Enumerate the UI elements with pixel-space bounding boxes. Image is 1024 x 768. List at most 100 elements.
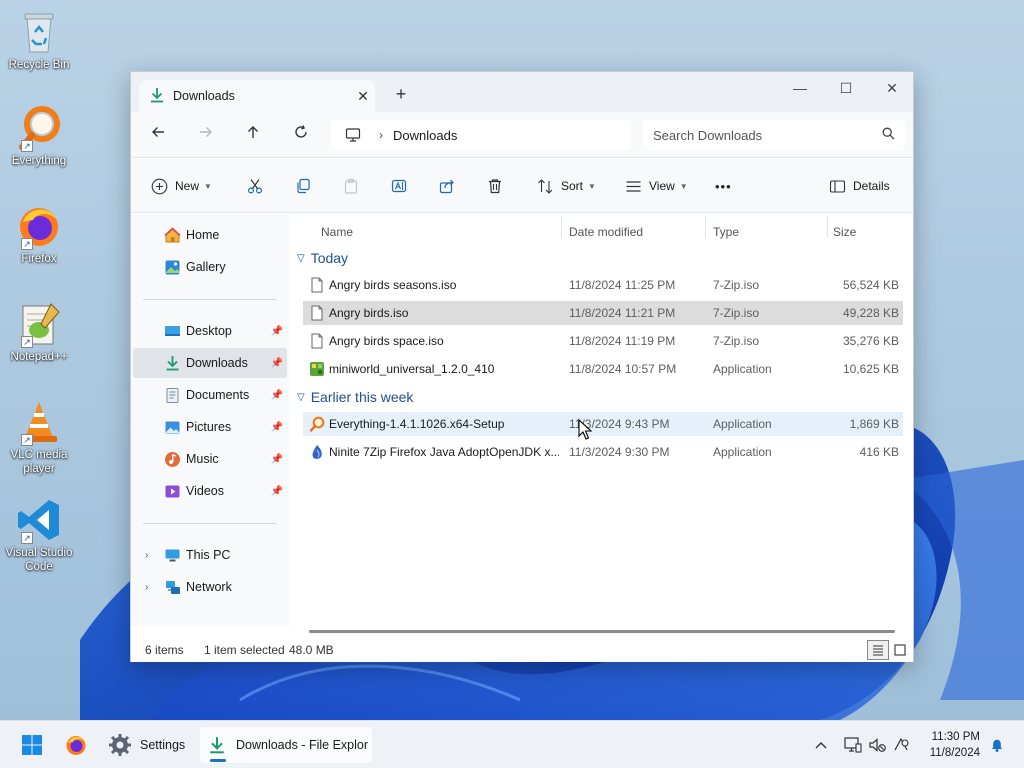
status-bar: 6 items 1 item selected 48.0 MB: [131, 638, 913, 662]
file-date: 11/8/2024 11:21 PM: [569, 306, 676, 320]
pin-icon[interactable]: 📌: [271, 486, 283, 497]
nav-item-network[interactable]: › Network: [133, 572, 287, 602]
file-row[interactable]: Angry birds seasons.iso 11/8/2024 11:25 …: [303, 273, 903, 297]
breadcrumb-current[interactable]: Downloads: [393, 128, 457, 143]
new-button[interactable]: New ▼: [151, 173, 212, 199]
command-bar: New ▼ Sort ▼ View ▼ ••• Details: [131, 159, 913, 213]
this-pc-icon: [163, 546, 181, 564]
nav-item-desktop[interactable]: Desktop 📌: [133, 316, 287, 346]
trash-icon: [489, 179, 501, 194]
start-button[interactable]: [14, 727, 50, 763]
nav-item-music[interactable]: Music 📌: [133, 444, 287, 474]
iso-file-icon: [309, 305, 325, 321]
column-divider[interactable]: [827, 216, 828, 238]
rename-button[interactable]: [391, 173, 407, 199]
copy-button[interactable]: [295, 173, 311, 199]
volume-muted-icon[interactable]: [866, 735, 888, 755]
nav-item-home[interactable]: Home: [133, 220, 287, 250]
nav-item-documents[interactable]: Documents 📌: [133, 380, 287, 410]
delete-button[interactable]: [487, 173, 503, 199]
taskbar-firefox[interactable]: [58, 727, 94, 763]
notification-bell-icon[interactable]: [986, 735, 1008, 755]
pin-icon[interactable]: 📌: [271, 358, 283, 369]
file-row[interactable]: Angry birds space.iso 11/8/2024 11:19 PM…: [303, 329, 903, 353]
column-header-type[interactable]: Type: [713, 220, 739, 244]
search-input[interactable]: Search Downloads: [643, 120, 905, 150]
desktop-icon-recycle-bin[interactable]: Recycle Bin: [4, 8, 74, 72]
miniworld-app-icon: [309, 361, 325, 377]
sort-button[interactable]: Sort ▼: [537, 173, 596, 199]
file-type: Application: [713, 362, 772, 376]
nav-item-gallery[interactable]: Gallery: [133, 252, 287, 282]
cut-button[interactable]: [247, 173, 263, 199]
up-arrow-icon[interactable]: [238, 122, 268, 148]
downloads-folder-icon: [163, 354, 181, 372]
file-row[interactable]: Angry birds.iso 11/8/2024 11:21 PM 7-Zip…: [303, 301, 903, 325]
group-header-earlier-this-week[interactable]: ▽ Earlier this week: [297, 387, 413, 407]
system-clock[interactable]: 11:30 PM 11/8/2024: [930, 729, 980, 761]
taskbar-file-explorer[interactable]: Downloads - File Explor: [200, 727, 372, 763]
paste-button[interactable]: [343, 173, 359, 199]
file-row[interactable]: Ninite 7Zip Firefox Java AdoptOpenJDK x.…: [303, 440, 903, 464]
column-header-date[interactable]: Date modified: [569, 220, 643, 244]
desktop-icon-label: Firefox: [21, 253, 57, 265]
desktop-icon-vlc[interactable]: ↗ VLC media player: [4, 398, 74, 476]
file-row[interactable]: miniworld_universal_1.2.0_410 11/8/2024 …: [303, 357, 903, 381]
share-button[interactable]: [439, 173, 455, 199]
horizontal-scrollbar[interactable]: [309, 630, 895, 633]
desktop-icon-firefox[interactable]: ↗ Firefox: [4, 202, 74, 266]
refresh-icon[interactable]: [286, 122, 316, 148]
chevron-up-icon[interactable]: [810, 735, 832, 755]
display-monitor-icon[interactable]: [842, 735, 864, 755]
details-pane-button[interactable]: Details: [829, 173, 890, 199]
column-header-size[interactable]: Size: [833, 220, 856, 244]
forward-arrow-icon[interactable]: [191, 122, 221, 148]
file-type: 7-Zip.iso: [713, 306, 760, 320]
search-icon[interactable]: [882, 127, 895, 143]
file-date: 11/8/2024 10:57 PM: [569, 362, 677, 376]
view-button[interactable]: View ▼: [625, 173, 688, 199]
new-tab-button[interactable]: +: [389, 84, 413, 105]
back-arrow-icon[interactable]: [143, 122, 173, 148]
column-divider[interactable]: [705, 216, 706, 238]
tab-close-icon[interactable]: ✕: [351, 88, 375, 105]
pin-icon[interactable]: 📌: [271, 422, 283, 433]
pin-icon[interactable]: 📌: [271, 326, 283, 337]
desktop-icon-notepad-plus-plus[interactable]: ↗ Notepad++: [4, 300, 74, 364]
chevron-right-icon[interactable]: ›: [145, 582, 148, 593]
column-divider[interactable]: [561, 216, 562, 238]
nav-item-this-pc[interactable]: › This PC: [133, 540, 287, 570]
column-header-name[interactable]: Name: [321, 220, 353, 244]
download-icon: [210, 737, 224, 754]
pin-icon[interactable]: 📌: [271, 390, 283, 401]
navigation-pane: Home Gallery Desktop 📌 Downloads 📌 Docum…: [131, 214, 289, 626]
pin-icon[interactable]: 📌: [271, 454, 283, 465]
taskbar: Settings Downloads - File Explor 11:30 P…: [0, 720, 1024, 768]
close-window-button[interactable]: ✕: [869, 74, 915, 102]
tab-downloads[interactable]: Downloads ✕: [139, 80, 375, 112]
file-type: 7-Zip.iso: [713, 278, 760, 292]
chevron-right-icon[interactable]: ›: [145, 550, 148, 561]
file-list: Name Date modified Type Size ▽ Today Ang…: [291, 214, 913, 633]
home-icon: [163, 226, 181, 244]
nav-item-pictures[interactable]: Pictures 📌: [133, 412, 287, 442]
network-status-icon[interactable]: [890, 735, 912, 755]
more-options-button[interactable]: •••: [715, 173, 732, 199]
desktop-icon-vscode[interactable]: ↗ Visual Studio Code: [4, 496, 74, 574]
minimize-button[interactable]: —: [777, 74, 823, 102]
breadcrumb-separator[interactable]: ›: [379, 128, 383, 142]
nav-item-downloads[interactable]: Downloads 📌: [133, 348, 287, 378]
address-field[interactable]: › Downloads: [331, 120, 631, 150]
this-pc-icon[interactable]: [345, 127, 361, 143]
rename-icon: [391, 179, 407, 193]
taskbar-settings[interactable]: Settings: [102, 727, 194, 763]
clock-date: 11/8/2024: [929, 747, 980, 759]
shortcut-arrow-icon: ↗: [21, 140, 33, 152]
details-view-toggle[interactable]: [867, 640, 889, 660]
desktop-icon-everything[interactable]: ↗ Everything: [4, 104, 74, 168]
nav-item-videos[interactable]: Videos 📌: [133, 476, 287, 506]
group-header-today[interactable]: ▽ Today: [297, 248, 348, 268]
maximize-button[interactable]: ☐: [823, 74, 869, 102]
tiles-view-toggle[interactable]: [889, 640, 911, 660]
file-row[interactable]: Everything-1.4.1.1026.x64-Setup 11/3/202…: [303, 412, 903, 436]
